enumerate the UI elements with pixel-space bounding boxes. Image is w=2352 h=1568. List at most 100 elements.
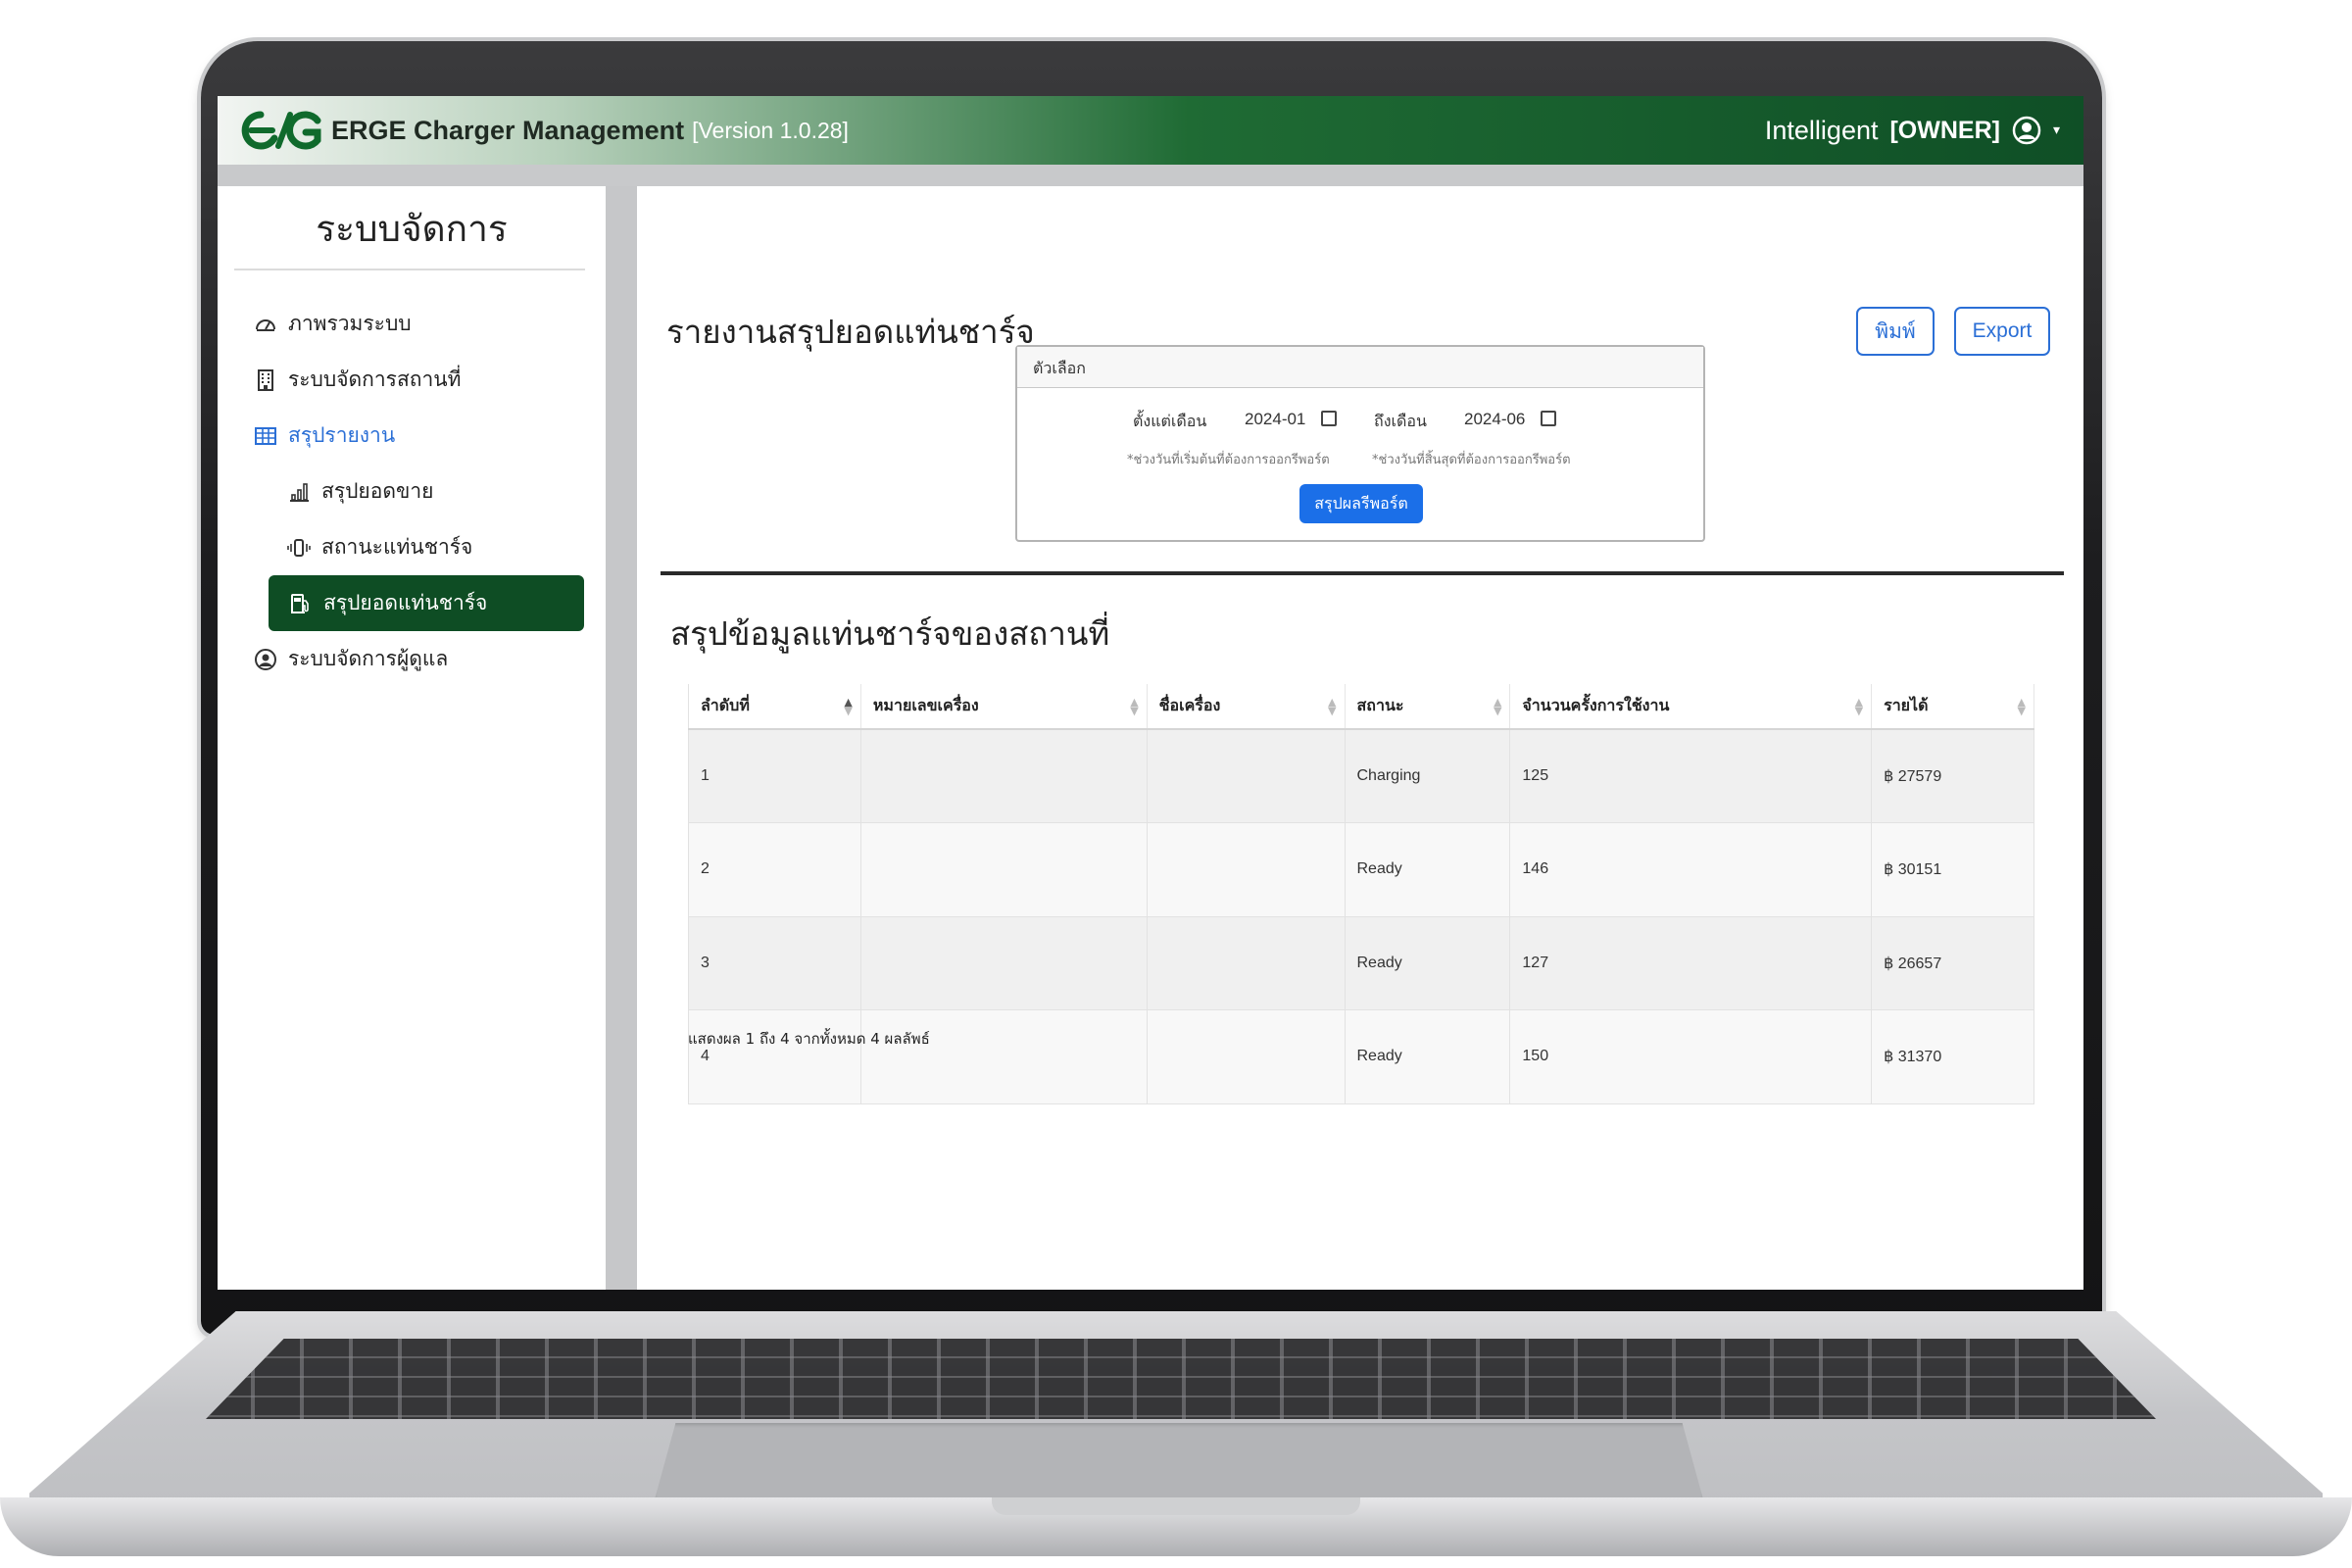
cell-revenue: ฿ 30151 <box>1871 822 2034 917</box>
vibrate-icon <box>286 535 312 561</box>
cell-serial <box>860 729 1148 823</box>
table-info: แสดงผล 1 ถึง 4 จากทั้งหมด 4 ผลลัพธ์ <box>688 1030 930 1048</box>
from-month-hint: *ช่วงวันที่เริ่มต้นที่ต้องการออกรีพอร์ต <box>1127 453 1330 467</box>
sidebar-item-charger-summary[interactable]: สรุปยอดแท่นชาร์จ <box>269 575 584 631</box>
cell-uses: 127 <box>1509 916 1873 1010</box>
app-title: ERGE Charger Management <box>331 115 685 145</box>
print-button[interactable]: พิมพ์ <box>1856 307 1935 356</box>
column-header-no[interactable]: ลำดับที่ ▲ ▼ <box>688 684 861 730</box>
user-circle-icon <box>253 647 278 672</box>
section-divider <box>661 571 2064 575</box>
laptop-notch <box>992 1497 1360 1515</box>
table-row: 1 Charging 125 ฿ 27579 <box>688 729 2034 823</box>
cell-status: Ready <box>1345 1009 1511 1104</box>
column-header-label: สถานะ <box>1356 696 1404 714</box>
sidebar-item-label: สถานะแท่นชาร์จ <box>321 535 473 559</box>
cell-no: 2 <box>688 822 861 917</box>
column-header-serial[interactable]: หมายเลขเครื่อง ▲ ▼ <box>860 684 1148 730</box>
cell-serial <box>860 916 1148 1010</box>
sidebar-item-locations[interactable]: ระบบจัดการสถานที่ <box>218 352 606 408</box>
column-header-label: ชื่อเครื่อง <box>1158 696 1221 714</box>
section-title: สรุปข้อมูลแท่นชาร์จของสถานที่ <box>670 614 1110 653</box>
user-role: [OWNER] <box>1889 116 2000 144</box>
table-icon <box>253 423 278 449</box>
dashboard-icon <box>253 312 278 337</box>
cell-serial <box>860 822 1148 917</box>
sidebar-item-overview[interactable]: ภาพรวมระบบ <box>218 296 606 352</box>
cell-uses: 146 <box>1509 822 1873 917</box>
cell-status: Ready <box>1345 916 1511 1010</box>
sidebar-item-label: ภาพรวมระบบ <box>288 312 412 335</box>
cell-name <box>1147 1009 1346 1104</box>
generate-report-button[interactable]: สรุปผลรีพอร์ต <box>1299 484 1423 523</box>
table-row: 4 Ready 150 ฿ 31370 <box>688 1009 2034 1104</box>
app-version: [Version 1.0.28] <box>692 117 849 143</box>
bar-chart-icon <box>286 479 312 505</box>
column-header-uses[interactable]: จำนวนครั้งการใช้งาน ▲ ▼ <box>1509 684 1873 730</box>
calendar-icon[interactable] <box>1321 411 1337 426</box>
sidebar-title: ระบบจัดการ <box>316 208 508 250</box>
trackpad <box>655 1423 1703 1499</box>
from-month-label: ตั้งแต่เดือน <box>1133 412 1207 430</box>
column-header-label: หมายเลขเครื่อง <box>872 696 979 714</box>
sidebar-item-charger-status[interactable]: สถานะแท่นชาร์จ <box>218 519 606 575</box>
cell-name <box>1147 916 1346 1010</box>
column-header-label: จำนวนครั้งการใช้งาน <box>1522 696 1670 714</box>
cell-uses: 125 <box>1509 729 1873 823</box>
page-title: รายงานสรุปยอดแท่นชาร์จ <box>666 313 1035 351</box>
table-row: 2 Ready 146 ฿ 30151 <box>688 822 2034 917</box>
to-month-input[interactable]: 2024-06 <box>1464 410 1525 429</box>
from-month-input[interactable]: 2024-01 <box>1245 410 1305 429</box>
sort-icon: ▲ ▼ <box>2017 696 2026 717</box>
column-header-status[interactable]: สถานะ ▲ ▼ <box>1345 684 1511 730</box>
export-button[interactable]: Export <box>1954 307 2050 356</box>
user-circle-icon[interactable] <box>2012 116 2041 145</box>
cell-status: Charging <box>1345 729 1511 823</box>
cell-name <box>1147 822 1346 917</box>
cell-serial <box>860 1009 1148 1104</box>
user-menu[interactable]: Intelligent [OWNER] ▾ <box>1765 116 2060 146</box>
sort-icon: ▲ ▼ <box>1493 696 1502 717</box>
app-screen: ERGE Charger Management [Version 1.0.28]… <box>218 96 2083 1290</box>
sidebar-item-label: ระบบจัดการผู้ดูแล <box>288 647 449 670</box>
sidebar-item-admins[interactable]: ระบบจัดการผู้ดูแล <box>218 631 606 687</box>
sidebar-item-label: สรุปยอดแท่นชาร์จ <box>323 591 488 614</box>
fuel-pump-icon <box>288 591 314 616</box>
main-content: รายงานสรุปยอดแท่นชาร์จ พิมพ์ Export ตัวเ… <box>637 186 2083 1290</box>
sidebar-divider-bar <box>606 186 637 1290</box>
sidebar-item-label: สรุปรายงาน <box>288 423 396 447</box>
header-shadow-bar <box>218 165 2083 186</box>
sidebar-divider <box>234 269 585 270</box>
table-header-row: ลำดับที่ ▲ ▼ หมายเลขเครื่อง ▲ ▼ ชื่อเครื่อง ▲… <box>688 684 2034 730</box>
calendar-icon[interactable] <box>1541 411 1556 426</box>
sort-icon: ▲ ▼ <box>1328 696 1337 717</box>
filter-panel: ตัวเลือก ตั้งแต่เดือน 2024-01 ถึงเดือน 2… <box>1015 345 1705 542</box>
cell-status: Ready <box>1345 822 1511 917</box>
cell-revenue: ฿ 31370 <box>1871 1009 2034 1104</box>
to-month-hint: *ช่วงวันที่สิ้นสุดที่ต้องการออกรีพอร์ต <box>1372 453 1571 467</box>
cell-revenue: ฿ 26657 <box>1871 916 2034 1010</box>
column-header-revenue[interactable]: รายได้ ▲ ▼ <box>1871 684 2034 730</box>
filter-panel-header: ตัวเลือก <box>1017 347 1703 388</box>
cell-revenue: ฿ 27579 <box>1871 729 2034 823</box>
table-row: 3 Ready 127 ฿ 26657 <box>688 916 2034 1010</box>
cell-name <box>1147 729 1346 823</box>
cell-no: 3 <box>688 916 861 1010</box>
cell-uses: 150 <box>1509 1009 1873 1104</box>
to-month-label: ถึงเดือน <box>1374 412 1427 430</box>
sort-icon: ▲ ▼ <box>844 696 853 717</box>
top-navbar: ERGE Charger Management [Version 1.0.28]… <box>218 96 2083 165</box>
sort-icon: ▲ ▼ <box>1854 696 1864 717</box>
erge-logo[interactable] <box>239 107 321 154</box>
cell-no: 4 <box>688 1009 861 1104</box>
keyboard-rows <box>206 1339 2156 1419</box>
column-header-name[interactable]: ชื่อเครื่อง ▲ ▼ <box>1147 684 1346 730</box>
cell-no: 1 <box>688 729 861 823</box>
sidebar-item-sales-summary[interactable]: สรุปยอดขาย <box>218 464 606 519</box>
caret-down-icon[interactable]: ▾ <box>2053 122 2060 138</box>
laptop-mockup: ERGE Charger Management [Version 1.0.28]… <box>0 0 2352 1568</box>
sidebar: ระบบจัดการ ภาพรวมระบบ ระบบจัดการสถานที่ <box>218 186 606 1290</box>
column-header-label: ลำดับที่ <box>701 696 750 714</box>
sidebar-item-label: ระบบจัดการสถานที่ <box>288 368 462 391</box>
sidebar-item-reports[interactable]: สรุปรายงาน <box>218 408 606 464</box>
